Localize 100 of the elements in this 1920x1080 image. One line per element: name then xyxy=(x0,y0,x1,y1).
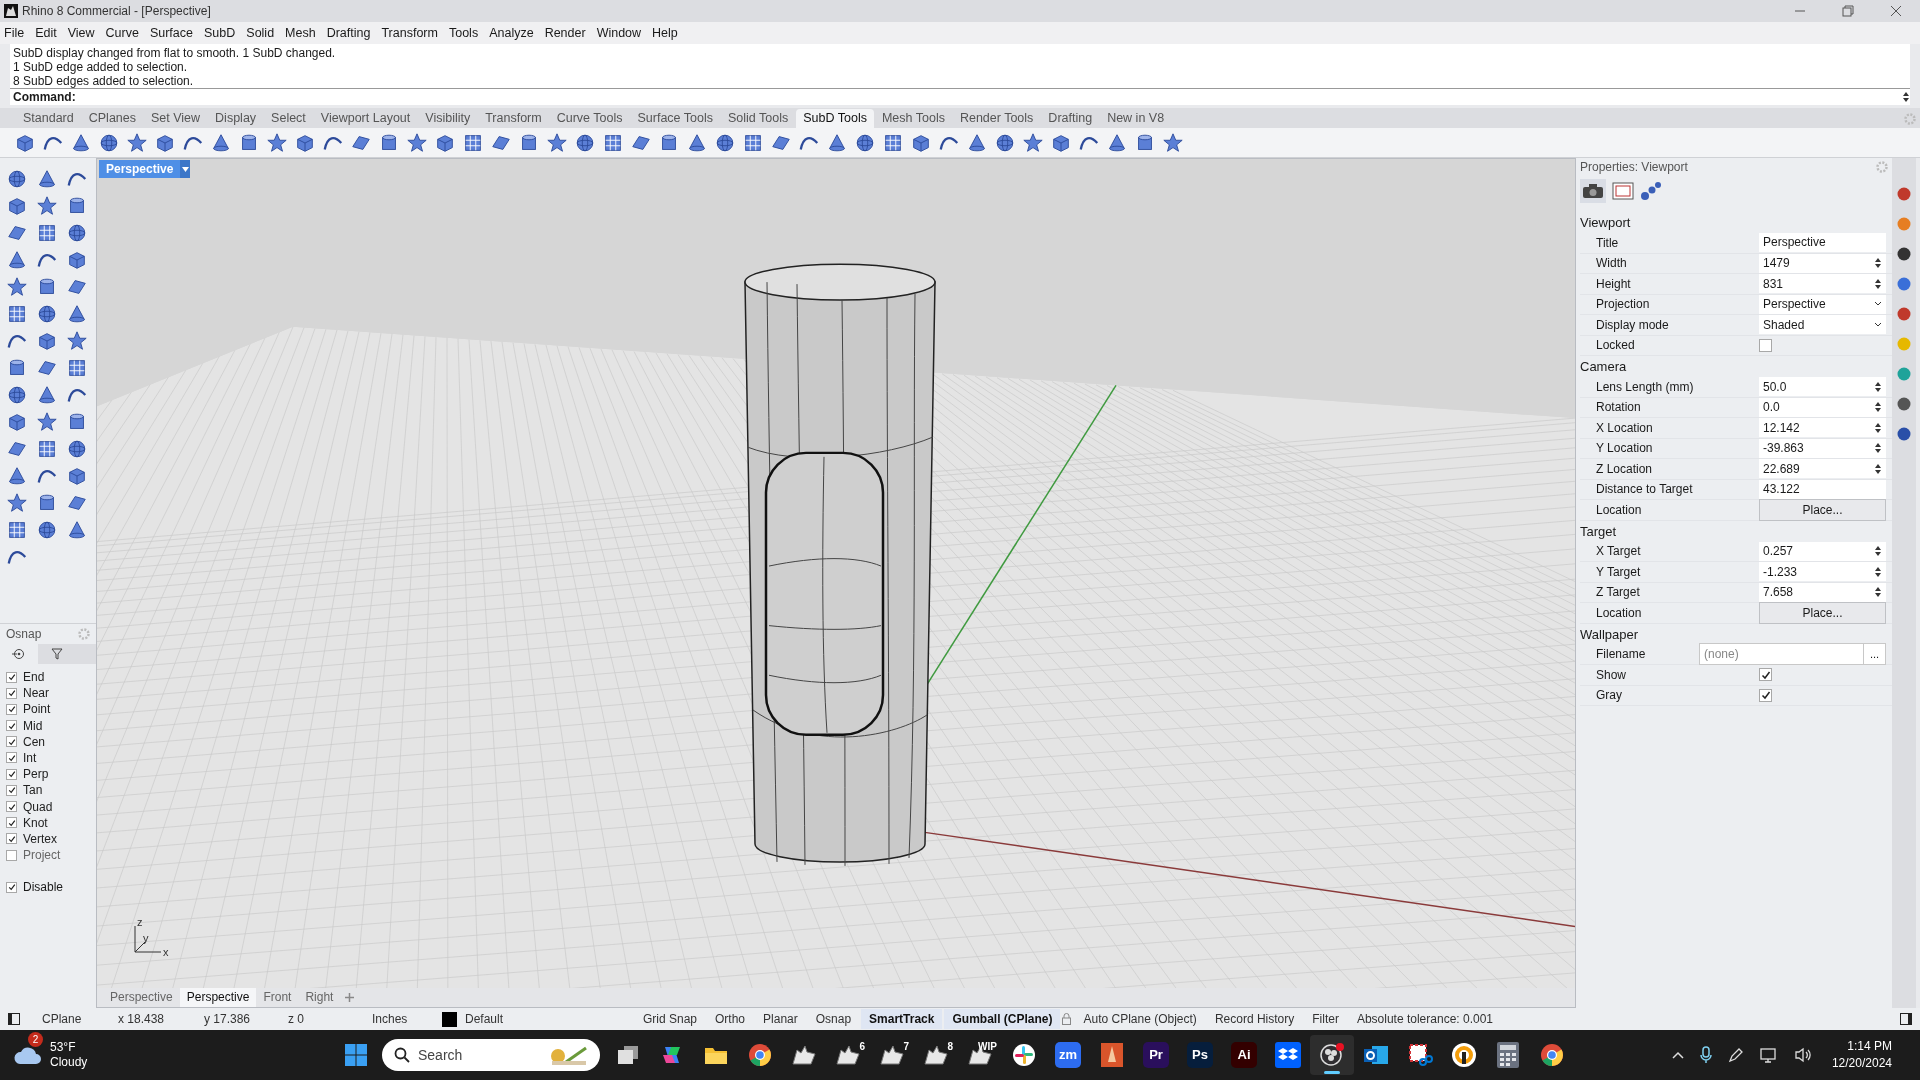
pen-icon[interactable] xyxy=(1727,1047,1744,1063)
status-toggle[interactable]: Record History xyxy=(1206,1009,1303,1029)
cone-icon[interactable] xyxy=(6,249,28,271)
cone-icon[interactable] xyxy=(1106,131,1128,154)
checkbox[interactable] xyxy=(6,671,17,683)
status-toggle[interactable]: Filter xyxy=(1304,1009,1347,1029)
cplane-label[interactable]: CPlane xyxy=(42,1010,118,1028)
toolbar-tab[interactable]: Transform xyxy=(478,109,549,128)
toolbar-tab[interactable]: Set View xyxy=(144,109,208,128)
cube-icon[interactable] xyxy=(6,195,28,217)
cone-icon[interactable] xyxy=(6,465,28,487)
spinner-arrows-icon[interactable] xyxy=(1902,90,1910,104)
star-icon[interactable] xyxy=(546,131,568,154)
status-toggle[interactable]: Planar xyxy=(755,1009,806,1029)
status-toggle[interactable]: Ortho xyxy=(707,1009,754,1029)
status-toggle[interactable]: Gumball (CPlane) xyxy=(944,1009,1061,1029)
checkbox[interactable] xyxy=(1759,668,1772,682)
rhino-app-icon[interactable]: 6 xyxy=(833,1042,863,1068)
grid-icon[interactable] xyxy=(6,303,28,325)
obs-icon[interactable] xyxy=(1319,1042,1345,1068)
slack-icon[interactable] xyxy=(1012,1043,1036,1067)
cone-icon[interactable] xyxy=(210,131,232,154)
sphere-icon[interactable] xyxy=(66,222,88,244)
place-button[interactable]: Place... xyxy=(1759,498,1886,521)
grid-icon[interactable] xyxy=(36,438,58,460)
sphere-icon[interactable] xyxy=(36,519,58,541)
panel-toggle-icon[interactable] xyxy=(8,1013,20,1025)
star-icon[interactable] xyxy=(126,131,148,154)
checkbox[interactable] xyxy=(6,817,17,829)
checkbox[interactable] xyxy=(1759,688,1772,702)
checkbox[interactable] xyxy=(6,768,17,780)
menu-item[interactable]: Edit xyxy=(35,23,57,43)
search-field[interactable]: Search xyxy=(382,1039,600,1071)
clock-date[interactable]: 12/20/2024 xyxy=(1831,1055,1892,1072)
number-field[interactable]: 831 xyxy=(1759,274,1886,294)
menu-item[interactable]: Window xyxy=(596,23,642,43)
menu-item[interactable]: Transform xyxy=(381,23,438,43)
toolbar-tab[interactable]: Render Tools xyxy=(952,109,1041,128)
rhino-app-icon[interactable]: 7 xyxy=(877,1042,907,1068)
cube-icon[interactable] xyxy=(66,249,88,271)
snipping-icon[interactable] xyxy=(1407,1042,1433,1068)
star-icon[interactable] xyxy=(1162,131,1184,154)
pencil-app-icon[interactable] xyxy=(1100,1042,1124,1068)
toolbar-tab[interactable]: Select xyxy=(264,109,313,128)
viewport-tab[interactable]: Front xyxy=(256,988,299,1007)
chrome-icon[interactable] xyxy=(1540,1043,1564,1067)
sphere-icon[interactable] xyxy=(66,438,88,460)
cube-icon[interactable] xyxy=(36,330,58,352)
menu-item[interactable]: Drafting xyxy=(326,23,371,43)
rhino-app-icon[interactable]: 8 xyxy=(921,1042,951,1068)
network-icon[interactable] xyxy=(1759,1047,1778,1063)
sphere-icon[interactable] xyxy=(6,168,28,190)
taskbar-button[interactable]: zm xyxy=(1046,1035,1090,1075)
layer-name[interactable]: Default xyxy=(465,1010,635,1028)
taskbar-button[interactable]: Ai xyxy=(1222,1035,1266,1075)
start-icon[interactable] xyxy=(344,1043,368,1067)
taskbar-button[interactable]: WIP xyxy=(958,1035,1002,1075)
menu-item[interactable]: Solid xyxy=(246,23,275,43)
rhino-app-icon[interactable]: WIP xyxy=(965,1042,995,1068)
viewport-tab[interactable]: Perspective xyxy=(103,988,180,1007)
checkbox[interactable] xyxy=(6,849,17,861)
menu-item[interactable]: View xyxy=(67,23,95,43)
filename-field[interactable]: (none) ... xyxy=(1699,643,1886,666)
cone-icon[interactable] xyxy=(826,131,848,154)
viewport-tab[interactable]: Right xyxy=(298,988,341,1007)
cone-icon[interactable] xyxy=(966,131,988,154)
clock-time[interactable]: 1:14 PM xyxy=(1847,1038,1892,1055)
dropbox-icon[interactable] xyxy=(1275,1042,1301,1068)
add-tab-icon[interactable] xyxy=(344,992,356,1003)
toolbar-tab[interactable]: Drafting xyxy=(1041,109,1100,128)
toolbar-tab[interactable]: New in V8 xyxy=(1100,109,1172,128)
checkbox[interactable] xyxy=(6,784,17,796)
panel-toggle-icon[interactable] xyxy=(1900,1013,1912,1025)
toolbar-tab[interactable]: SubD Tools xyxy=(796,109,874,128)
number-field[interactable]: 12.142 xyxy=(1759,418,1886,438)
number-field[interactable]: 22.689 xyxy=(1759,459,1886,479)
toolbar-tab[interactable]: Visibility xyxy=(418,109,478,128)
ring-app-icon[interactable] xyxy=(1451,1042,1477,1068)
sphere-icon[interactable] xyxy=(36,303,58,325)
toolbar-tab[interactable]: Viewport Layout xyxy=(313,109,418,128)
status-toggle[interactable]: Grid Snap xyxy=(635,1009,706,1029)
cone-icon[interactable] xyxy=(36,384,58,406)
menu-item[interactable]: Curve xyxy=(105,23,139,43)
star-icon[interactable] xyxy=(406,131,428,154)
volume-icon[interactable] xyxy=(1793,1047,1812,1063)
spheres-icon[interactable] xyxy=(1640,181,1662,201)
menu-item[interactable]: Help xyxy=(652,23,678,43)
target-icon[interactable] xyxy=(12,648,26,660)
taskbar-button[interactable]: 7 xyxy=(870,1035,914,1075)
chrome-icon[interactable] xyxy=(748,1043,772,1067)
cone-icon[interactable] xyxy=(36,168,58,190)
menu-item[interactable]: Surface xyxy=(149,23,193,43)
menu-item[interactable]: File xyxy=(4,23,25,43)
viewport-tab[interactable]: Perspective xyxy=(179,988,257,1007)
status-toggle[interactable]: Osnap xyxy=(807,1009,860,1029)
grid-icon[interactable] xyxy=(6,519,28,541)
restore-icon[interactable] xyxy=(1842,5,1854,17)
taskbar-button[interactable]: Pr xyxy=(1134,1035,1178,1075)
toolbar-tab[interactable]: CPlanes xyxy=(81,109,143,128)
checkbox[interactable] xyxy=(6,752,17,764)
